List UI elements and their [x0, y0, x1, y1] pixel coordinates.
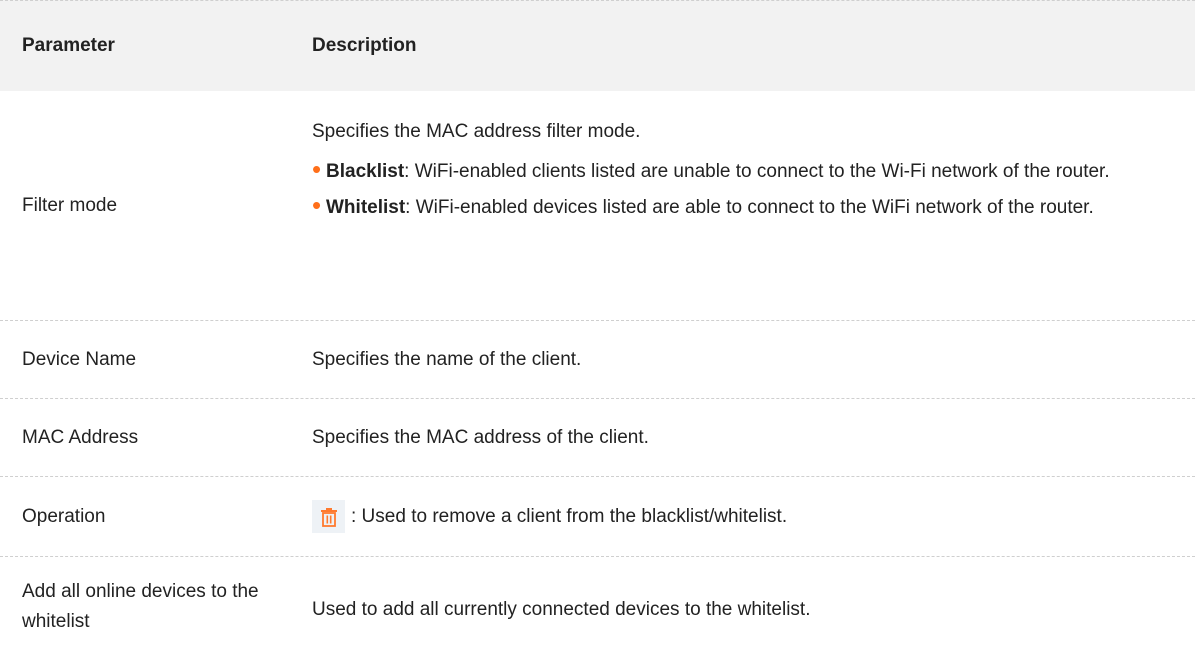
param-add-all: Add all online devices to the whitelist [22, 581, 259, 632]
bullet-blacklist: • Blacklist: WiFi-enabled clients listed… [312, 154, 1177, 187]
table-row-device-name: Device Name Specifies the name of the cl… [0, 321, 1195, 399]
table-row-add-all: Add all online devices to the whitelist … [0, 557, 1195, 657]
whitelist-term: Whitelist [326, 197, 406, 218]
param-mac-address: MAC Address [22, 426, 139, 448]
table-row-filter-mode: Filter mode Specifies the MAC address fi… [0, 91, 1195, 321]
whitelist-text: : WiFi-enabled devices listed are able t… [405, 197, 1094, 218]
param-filter-mode: Filter mode [22, 194, 118, 216]
bullet-whitelist: • Whitelist: WiFi-enabled devices listed… [312, 190, 1177, 223]
bullet-dot-icon: • [312, 154, 322, 184]
bullet-dot-icon: • [312, 190, 322, 220]
parameter-table: Parameter Description Filter mode Specif… [0, 0, 1195, 657]
table-header-row: Parameter Description [0, 0, 1195, 91]
desc-operation: : Used to remove a client from the black… [312, 500, 1195, 533]
filter-mode-intro: Specifies the MAC address filter mode. [312, 121, 641, 142]
table-row-operation: Operation : Used to remove a client from… [0, 477, 1195, 557]
blacklist-term: Blacklist [326, 161, 405, 182]
header-parameter: Parameter [22, 35, 115, 56]
operation-text: : Used to remove a client from the black… [351, 505, 788, 527]
desc-mac-address: Specifies the MAC address of the client. [312, 426, 649, 448]
table-row-mac-address: MAC Address Specifies the MAC address of… [0, 399, 1195, 477]
trash-icon [312, 500, 345, 533]
param-device-name: Device Name [22, 348, 137, 370]
desc-add-all: Used to add all currently connected devi… [312, 599, 811, 620]
param-operation: Operation [22, 505, 106, 527]
desc-device-name: Specifies the name of the client. [312, 348, 582, 370]
desc-filter-mode: Specifies the MAC address filter mode. •… [312, 91, 1195, 320]
blacklist-text: : WiFi-enabled clients listed are unable… [404, 161, 1110, 182]
header-description: Description [312, 35, 417, 56]
